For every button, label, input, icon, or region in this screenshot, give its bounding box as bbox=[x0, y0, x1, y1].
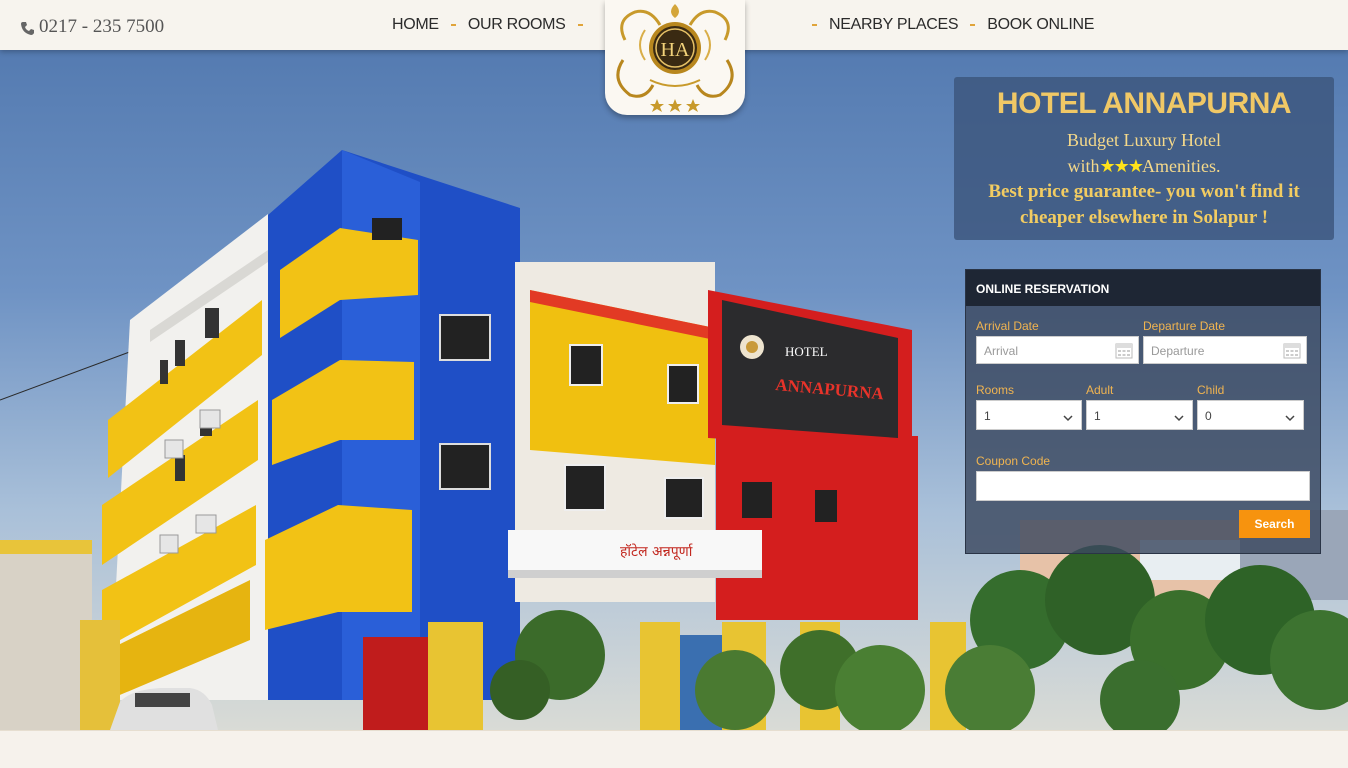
building-sign-hotel: HOTEL bbox=[785, 344, 828, 359]
star-rating-icon: ★★★ bbox=[1099, 156, 1144, 176]
departure-date-label: Departure Date bbox=[1143, 319, 1226, 333]
amenities-suffix: Amenities. bbox=[1141, 156, 1221, 176]
nav-left: HOME OUR ROOMS bbox=[392, 16, 595, 34]
amenities-line: with★★★Amenities. bbox=[954, 153, 1334, 179]
price-guarantee-line1: Best price guarantee- you won't find it bbox=[988, 181, 1300, 202]
phone-number[interactable]: 0217 - 235 7500 bbox=[20, 16, 164, 38]
nav-separator bbox=[970, 24, 976, 26]
coupon-code-input[interactable] bbox=[976, 471, 1310, 501]
entrance-sign: हॉटेल अन्नपूर्णा bbox=[620, 543, 693, 560]
phone-text: 0217 - 235 7500 bbox=[39, 16, 165, 37]
rooms-value: 1 bbox=[984, 409, 991, 423]
nav-separator bbox=[450, 24, 456, 26]
rooms-label: Rooms bbox=[976, 383, 1015, 397]
arrival-date-input[interactable]: Arrival bbox=[976, 336, 1139, 364]
hotel-logo[interactable]: HA bbox=[605, 0, 745, 115]
hotel-title: HOTEL ANNAPURNA bbox=[996, 87, 1292, 120]
chevron-down-icon bbox=[1063, 411, 1073, 422]
phone-icon bbox=[20, 20, 35, 35]
reservation-heading: ONLINE RESERVATION bbox=[966, 270, 1320, 306]
nav-right: NEARBY PLACES BOOK ONLINE bbox=[800, 16, 1094, 34]
logo-initials: HA bbox=[661, 39, 690, 61]
calendar-icon[interactable] bbox=[1283, 342, 1301, 359]
nav-separator bbox=[812, 24, 817, 26]
arrival-date-label: Arrival Date bbox=[976, 319, 1039, 333]
nav-home[interactable]: HOME bbox=[392, 16, 439, 34]
page-footer-strip bbox=[0, 730, 1348, 768]
adult-label: Adult bbox=[1086, 383, 1114, 397]
chevron-down-icon bbox=[1285, 411, 1295, 422]
hotel-info-panel: HOTEL ANNAPURNA Budget Luxury Hotel with… bbox=[954, 77, 1334, 240]
search-button[interactable]: Search bbox=[1239, 510, 1310, 538]
coupon-code-label: Coupon Code bbox=[976, 454, 1051, 468]
child-label: Child bbox=[1197, 383, 1225, 397]
nav-nearby-places[interactable]: NEARBY PLACES bbox=[829, 16, 959, 34]
nav-book-online[interactable]: BOOK ONLINE bbox=[987, 16, 1094, 34]
chevron-down-icon bbox=[1174, 411, 1184, 422]
price-guarantee-line2: cheaper elsewhere in Solapur ! bbox=[1019, 207, 1269, 228]
departure-date-input[interactable]: Departure bbox=[1143, 336, 1307, 364]
hotel-tagline: Budget Luxury Hotel bbox=[1067, 130, 1221, 150]
logo-stars bbox=[650, 99, 700, 112]
adult-value: 1 bbox=[1094, 409, 1101, 423]
nav-our-rooms[interactable]: OUR ROOMS bbox=[468, 16, 566, 34]
amenities-prefix: with bbox=[1067, 156, 1100, 176]
child-select[interactable]: 0 bbox=[1197, 400, 1304, 430]
child-value: 0 bbox=[1205, 409, 1212, 423]
rooms-select[interactable]: 1 bbox=[976, 400, 1082, 430]
logo-emblem: HA bbox=[616, 4, 734, 112]
departure-placeholder: Departure bbox=[1151, 344, 1205, 358]
online-reservation-form: ONLINE RESERVATION Arrival Date Arrival … bbox=[965, 269, 1321, 554]
arrival-placeholder: Arrival bbox=[984, 344, 1019, 358]
adult-select[interactable]: 1 bbox=[1086, 400, 1193, 430]
calendar-icon[interactable] bbox=[1115, 342, 1133, 359]
nav-separator bbox=[577, 24, 583, 26]
